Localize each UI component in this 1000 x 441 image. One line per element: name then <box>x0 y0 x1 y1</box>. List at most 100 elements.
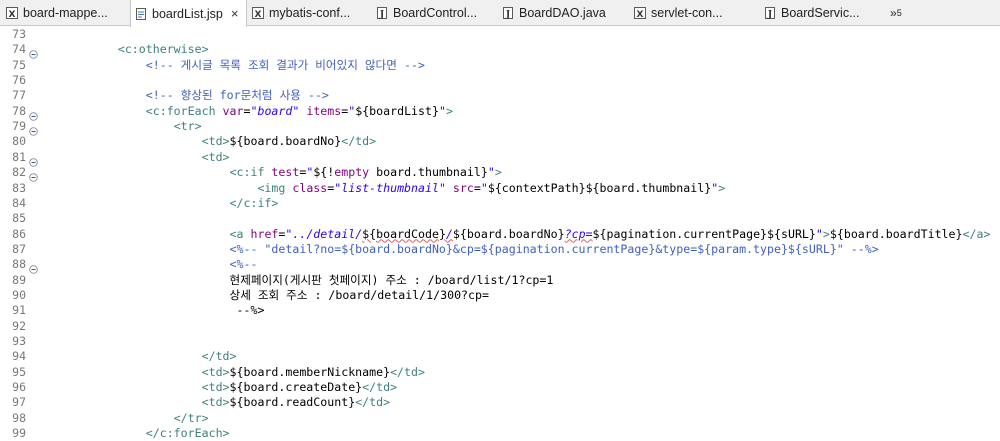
tab-boarddao-java[interactable]: J BoardDAO.java <box>498 0 626 26</box>
code-text: </c:forEach> <box>62 426 230 441</box>
fold-toggle-icon[interactable] <box>29 44 38 60</box>
code-token: > <box>718 180 726 195</box>
line-number: 79 <box>12 119 26 134</box>
code-line[interactable]: 89 현제페이지(게시판 첫페이지) 주소 : /board/list/1?cp… <box>0 273 1000 288</box>
code-line[interactable]: 85 <box>0 211 1000 226</box>
line-number: 90 <box>12 287 26 302</box>
line-number: 85 <box>12 211 26 226</box>
code-line[interactable]: 99 </c:forEach> <box>0 426 1000 441</box>
code-line[interactable]: 88 <%-- <box>0 257 1000 274</box>
tab-overflow-button[interactable]: » 5 <box>890 0 902 26</box>
fold-toggle-icon[interactable] <box>29 167 38 182</box>
code-token: ${board.memberNickname} <box>229 364 391 379</box>
line-number: 88 <box>12 257 26 272</box>
svg-text:X: X <box>9 10 16 19</box>
tab-mybatis-conf[interactable]: Xmybatis-conf... <box>248 0 370 26</box>
code-line[interactable]: 74 <c:otherwise> <box>0 42 1000 60</box>
tab-boardservic[interactable]: J BoardServic... <box>760 0 885 26</box>
code-line[interactable]: 96 <td>${board.createDate}</td> <box>0 380 1000 395</box>
code-line[interactable]: 75 <!-- 게시글 목록 조회 결과가 비어있지 않다면 --> <box>0 58 1000 73</box>
fold-toggle-icon[interactable] <box>29 121 38 136</box>
code-token: </td> <box>390 364 425 379</box>
fold-toggle-icon[interactable] <box>29 152 38 167</box>
code-line[interactable]: 94 </td> <box>0 349 1000 364</box>
code-text: <!-- 게시글 목록 조회 결과가 비어있지 않다면 --> <box>62 58 425 73</box>
xml-file-icon: X <box>634 7 646 19</box>
code-line[interactable]: 92 <box>0 319 1000 334</box>
tab-boardlist-jsp[interactable]: boardList.jsp × <box>130 0 247 27</box>
code-line[interactable]: 76 <box>0 73 1000 88</box>
code-line[interactable]: 90 상세 조회 주소 : /board/detail/1/300?cp= <box>0 288 1000 303</box>
close-icon[interactable]: × <box>231 6 239 21</box>
line-number: 91 <box>12 303 26 318</box>
line-number: 87 <box>12 241 26 256</box>
code-line[interactable]: 77 <!-- 향상된 for문처럼 사용 --> <box>0 88 1000 103</box>
code-token: ${pagination.currentPage}${sURL} <box>592 226 816 241</box>
line-number: 74 <box>12 42 26 57</box>
fold-toggle-icon[interactable] <box>29 259 38 274</box>
tab-boardcontrol[interactable]: J BoardControl... <box>372 0 497 26</box>
code-line[interactable]: 84 </c:if> <box>0 196 1000 211</box>
code-token: <c:otherwise> <box>117 42 209 57</box>
code-line[interactable]: 93 <box>0 334 1000 349</box>
line-number: 95 <box>12 364 26 379</box>
code-line[interactable]: 97 <td>${board.readCount}</td> <box>0 395 1000 410</box>
tab-board-mappe[interactable]: Xboard-mappe... <box>2 0 130 26</box>
code-line[interactable]: 73 <box>0 27 1000 42</box>
java-file-icon: J <box>764 7 776 19</box>
code-line[interactable]: 79 <tr> <box>0 119 1000 136</box>
code-text: <c:if test="${!empty board.thumbnail}"> <box>62 165 502 180</box>
code-token: = <box>473 180 481 195</box>
code-token: <td> <box>201 395 230 410</box>
code-line[interactable]: 91 --%> <box>0 303 1000 318</box>
line-number: 73 <box>12 27 26 41</box>
code-token: "list-thumbnail" <box>334 180 446 195</box>
code-line[interactable]: 83 <img class="list-thumbnail" src="${co… <box>0 181 1000 196</box>
code-line[interactable]: 80 <td>${board.boardNo}</td> <box>0 134 1000 149</box>
code-text: <%-- <box>62 257 258 272</box>
line-number: 84 <box>12 195 26 210</box>
line-number: 99 <box>12 426 26 441</box>
line-number: 77 <box>12 88 26 103</box>
fold-toggle-icon[interactable] <box>29 106 38 121</box>
code-token: board.thumbnail} <box>369 165 488 180</box>
code-line[interactable]: 98 </tr> <box>0 411 1000 426</box>
code-line[interactable]: 95 <td>${board.memberNickname}</td> <box>0 365 1000 380</box>
code-line[interactable]: 78 <c:forEach var="board" items="${board… <box>0 103 1000 121</box>
code-token: ${board.boardNo} <box>452 226 565 241</box>
code-token: > <box>445 103 453 118</box>
code-token: </td> <box>341 134 377 149</box>
code-text: <td>${board.memberNickname}</td> <box>62 365 425 380</box>
code-text: <td>${board.boardNo}</td> <box>62 134 377 149</box>
code-token: </td> <box>362 380 398 395</box>
code-token: 현제페이지(게시판 첫페이지) 주소 : /board/list/1?cp=1 <box>229 272 554 287</box>
code-text: </tr> <box>62 411 209 426</box>
svg-text:X: X <box>637 10 644 19</box>
code-token: --%> <box>236 303 265 318</box>
code-token: ${boardList} <box>355 103 439 118</box>
code-token: <!-- 게시글 목록 조회 결과가 비어있지 않다면 --> <box>145 57 425 72</box>
code-line[interactable]: 81 <td> <box>0 149 1000 167</box>
code-token: ${board.boardTitle} <box>829 226 963 241</box>
tab-servlet-con[interactable]: Xservlet-con... <box>630 0 758 26</box>
tab-label: servlet-con... <box>651 6 723 20</box>
line-number: 81 <box>12 149 26 164</box>
code-line[interactable]: 86 <a href="../detail/${boardCode}/${boa… <box>0 227 1000 242</box>
line-number: 82 <box>12 165 26 180</box>
code-line[interactable]: 82 <c:if test="${!empty board.thumbnail}… <box>0 165 1000 182</box>
code-token: <!-- 향상된 for문처럼 사용 --> <box>145 88 329 103</box>
tab-label: BoardControl... <box>393 6 478 20</box>
code-line[interactable]: 87 <%-- "detail?no=${board.boardNo}&cp=$… <box>0 242 1000 257</box>
code-editor[interactable]: 73 74 <c:otherwise> 75 <!-- 게시글 목록 조회 결과가 … <box>0 27 1000 440</box>
code-token: / <box>445 226 453 241</box>
